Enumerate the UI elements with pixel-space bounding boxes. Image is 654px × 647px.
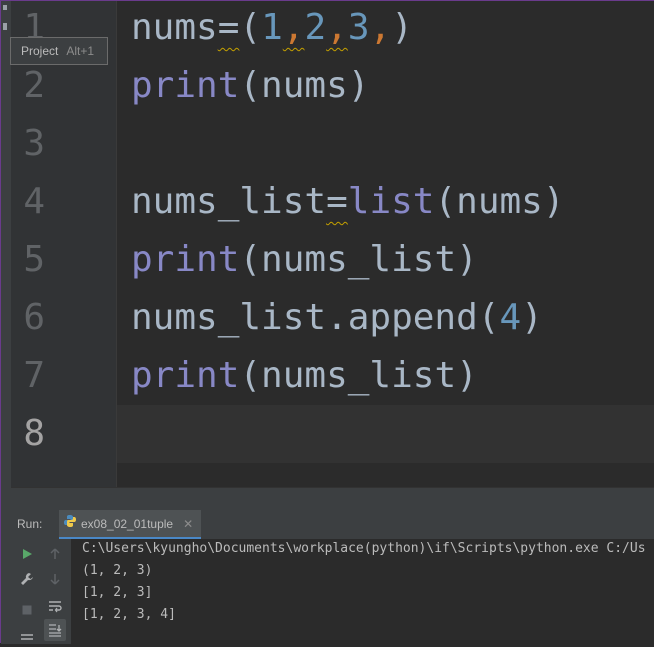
code-token: , bbox=[369, 7, 392, 48]
line-number: 5 bbox=[23, 239, 45, 280]
code-token: (nums) bbox=[434, 181, 565, 222]
console-line: [1, 2, 3, 4] bbox=[82, 607, 176, 622]
line-number: 8 bbox=[23, 413, 45, 454]
run-tab-label: ex08_02_01tuple bbox=[81, 516, 174, 531]
code-token: (nums_list) bbox=[239, 355, 478, 396]
console-line: C:\Users\kyungho\Documents\workplace(pyt… bbox=[82, 541, 646, 556]
console-line: (1, 2, 3) bbox=[82, 563, 153, 578]
panel-separator[interactable] bbox=[11, 487, 654, 510]
code-token: 2 bbox=[304, 7, 327, 48]
stop-icon[interactable] bbox=[16, 599, 38, 621]
code-token: list bbox=[347, 181, 435, 222]
code-token: (nums_list) bbox=[239, 239, 478, 280]
code-token: 1 bbox=[261, 7, 283, 48]
arrow-down-icon[interactable] bbox=[44, 568, 66, 590]
console-line: [1, 2, 3] bbox=[82, 585, 153, 600]
strip-marker bbox=[3, 23, 7, 30]
code-token: = bbox=[217, 7, 240, 48]
tooltip-shortcut: Alt+1 bbox=[66, 44, 95, 58]
tooltip-label: Project bbox=[21, 44, 59, 58]
code-token: , bbox=[326, 7, 348, 48]
code-line[interactable]: nums_list.append(4) bbox=[131, 289, 543, 347]
code-token: print bbox=[131, 355, 240, 396]
project-tooltip: Project Alt+1 bbox=[10, 37, 108, 65]
line-number: 4 bbox=[23, 181, 45, 222]
code-token: print bbox=[131, 239, 240, 280]
run-toolbar bbox=[11, 539, 71, 644]
code-token: ( bbox=[239, 7, 262, 48]
code-line[interactable]: print(nums_list) bbox=[131, 347, 478, 405]
code-line[interactable]: nums_list=list(nums) bbox=[131, 173, 565, 231]
code-line[interactable]: print(nums_list) bbox=[131, 231, 478, 289]
code-token: ) bbox=[521, 297, 543, 338]
code-line[interactable]: nums=(1,2,3,) bbox=[131, 1, 413, 57]
code-editor[interactable]: 12345678 nums=(1,2,3,) print(nums) nums_li… bbox=[11, 1, 654, 487]
code-token: = bbox=[326, 181, 348, 222]
code-token: 3 bbox=[347, 7, 370, 48]
soft-wrap-icon[interactable] bbox=[44, 595, 66, 617]
line-number: 2 bbox=[23, 65, 45, 106]
layout-icon[interactable] bbox=[16, 625, 38, 647]
code-token: nums_list bbox=[131, 181, 327, 222]
close-icon[interactable]: ✕ bbox=[183, 517, 193, 531]
current-line-highlight bbox=[117, 405, 654, 463]
code-token: , bbox=[282, 7, 305, 48]
run-panel-header: Run: ex08_02_01tuple ✕ bbox=[11, 510, 654, 540]
line-number: 7 bbox=[23, 355, 45, 396]
code-token: nums_list.append( bbox=[131, 297, 500, 338]
code-token: nums bbox=[131, 7, 218, 48]
strip-marker bbox=[3, 5, 7, 10]
arrow-up-icon[interactable] bbox=[44, 543, 66, 565]
code-line[interactable]: print(nums) bbox=[131, 57, 369, 115]
code-token: (nums) bbox=[239, 65, 370, 106]
run-label: Run: bbox=[17, 517, 43, 531]
ide-window: 12345678 nums=(1,2,3,) print(nums) nums_li… bbox=[0, 0, 654, 644]
line-number: 6 bbox=[23, 297, 45, 338]
code-token: 4 bbox=[499, 297, 522, 338]
wrench-icon[interactable] bbox=[16, 568, 38, 590]
python-icon bbox=[63, 514, 77, 533]
code-token: print bbox=[131, 65, 240, 106]
play-icon[interactable] bbox=[16, 543, 38, 565]
run-tab[interactable]: ex08_02_01tuple ✕ bbox=[59, 510, 202, 539]
console-output[interactable]: C:\Users\kyungho\Documents\workplace(pyt… bbox=[71, 539, 654, 644]
code-token: ) bbox=[391, 7, 413, 48]
scroll-to-end-icon[interactable] bbox=[44, 619, 66, 641]
line-number: 3 bbox=[23, 123, 45, 164]
